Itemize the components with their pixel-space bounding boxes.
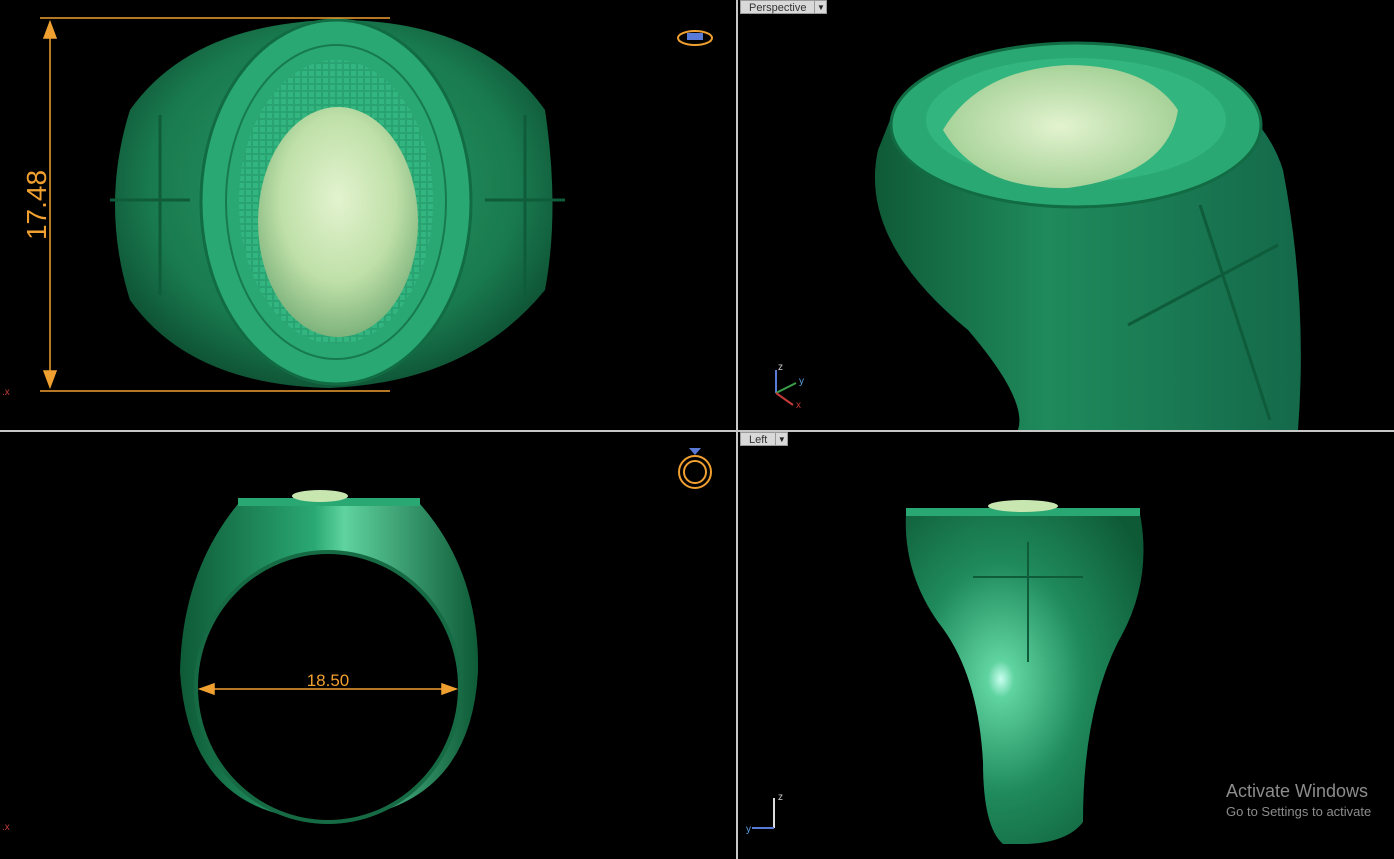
viewport-name[interactable]: Perspective — [740, 0, 816, 14]
axis-x-label: .x — [2, 822, 10, 833]
viewport-top[interactable]: 17.48 .x — [0, 0, 736, 430]
ring-front-view-icon[interactable] — [678, 448, 712, 489]
viewport-label-left[interactable]: Left ▼ — [740, 432, 789, 446]
viewport-name[interactable]: Left — [740, 432, 777, 446]
dimension-height: 17.48 — [21, 170, 52, 240]
viewport-label-perspective[interactable]: Perspective ▼ — [740, 0, 828, 14]
watermark-subtitle: Go to Settings to activate — [1226, 804, 1372, 819]
axis-z-label: z — [778, 792, 783, 803]
axis-triad: z y x — [775, 362, 804, 411]
ring-front-view: 18.50 .x — [2, 448, 712, 833]
ring-top-view: 17.48 .x — [2, 17, 713, 398]
axis-z-label: z — [778, 362, 783, 373]
axis-y-label: y — [799, 376, 804, 387]
ring-top-view-icon[interactable] — [677, 30, 713, 46]
chevron-down-icon[interactable]: ▼ — [815, 0, 828, 14]
chevron-down-icon[interactable]: ▼ — [776, 432, 789, 446]
viewport-divider-horizontal[interactable] — [0, 430, 1394, 432]
axis-x-label: .x — [2, 387, 10, 398]
axis-triad: z y — [746, 792, 783, 835]
axis-y-label: y — [746, 824, 751, 835]
watermark-title: Activate Windows — [1226, 781, 1369, 801]
axis-x-label: x — [796, 400, 801, 411]
dimension-inner-diameter: 18.50 — [307, 671, 350, 690]
viewport-perspective[interactable]: z y x Perspective ▼ — [738, 0, 1394, 430]
ring-perspective-view: z y x — [775, 41, 1301, 430]
activate-windows-watermark: Activate Windows Go to Settings to activ… — [1226, 780, 1371, 822]
viewport-front[interactable]: 18.50 .x — [0, 432, 736, 859]
